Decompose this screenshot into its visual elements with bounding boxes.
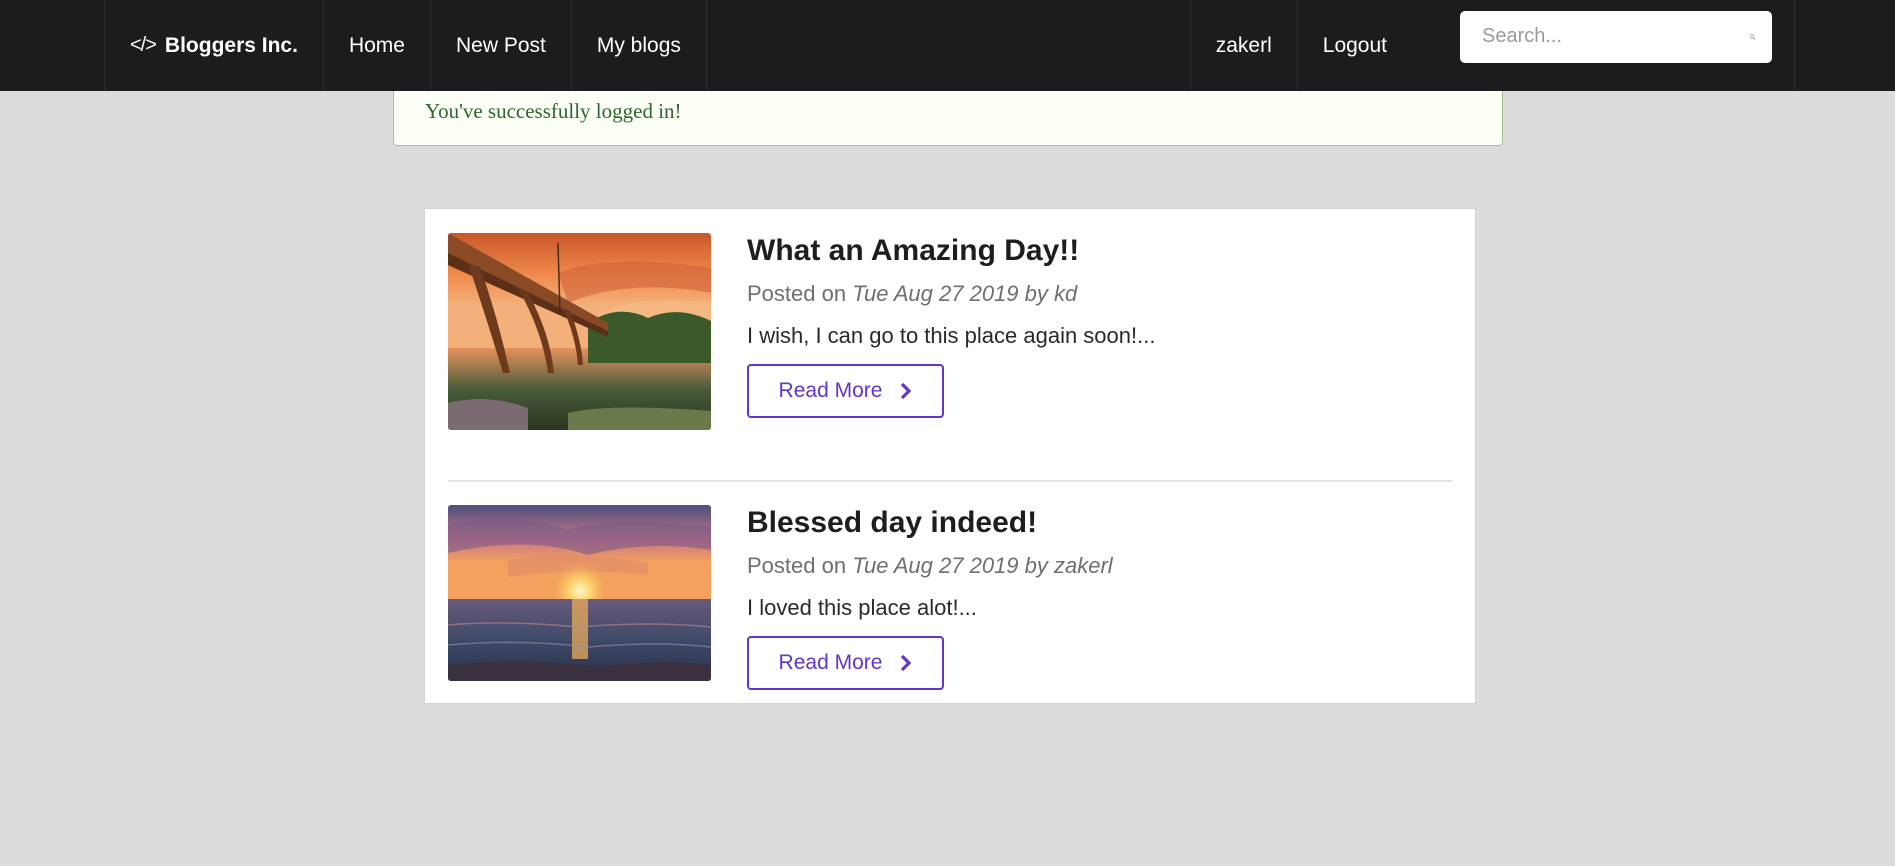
post-item: What an Amazing Day!! Posted on Tue Aug …: [448, 233, 1452, 482]
post-content: Blessed day indeed! Posted on Tue Aug 27…: [747, 481, 1113, 690]
search-input[interactable]: [1480, 24, 1749, 49]
read-more-button[interactable]: Read More: [747, 636, 944, 690]
read-more-label: Read More: [778, 379, 883, 402]
read-more-label: Read More: [778, 651, 883, 674]
search-container: [1412, 0, 1795, 91]
post-thumbnail[interactable]: [448, 233, 711, 430]
post-date-author: Tue Aug 27 2019 by kd: [852, 281, 1078, 306]
post-content: What an Amazing Day!! Posted on Tue Aug …: [747, 233, 1155, 480]
post-list: What an Amazing Day!! Posted on Tue Aug …: [424, 208, 1476, 704]
post-title[interactable]: Blessed day indeed!: [747, 505, 1113, 541]
post-meta: Posted on Tue Aug 27 2019 by kd: [747, 280, 1155, 308]
post-meta-prefix: Posted on: [747, 281, 853, 306]
nav-right-group: zakerl Logout: [1189, 0, 1895, 91]
nav-logout[interactable]: Logout: [1298, 0, 1412, 91]
ocean-sunset-photo: [448, 505, 711, 681]
nav-home[interactable]: Home: [324, 0, 431, 91]
search-icon[interactable]: [1749, 26, 1756, 48]
chevron-right-icon: [901, 654, 912, 672]
read-more-button[interactable]: Read More: [747, 364, 944, 418]
post-excerpt: I wish, I can go to this place again soo…: [747, 323, 1156, 348]
post-item: Blessed day indeed! Posted on Tue Aug 27…: [448, 481, 1452, 690]
brand-link[interactable]: </> Bloggers Inc.: [104, 0, 324, 91]
post-thumbnail[interactable]: [448, 505, 711, 681]
search-box: [1460, 10, 1772, 63]
brand-label: Bloggers Inc.: [164, 33, 298, 57]
nav-my-blogs[interactable]: My blogs: [572, 0, 707, 91]
bridge-sunset-photo: [448, 233, 711, 430]
post-date-author: Tue Aug 27 2019 by zakerl: [852, 553, 1113, 578]
success-message: You've successfully logged in!: [393, 91, 1503, 146]
post-meta: Posted on Tue Aug 27 2019 by zakerl: [747, 552, 1113, 580]
nav-new-post[interactable]: New Post: [431, 0, 572, 91]
post-excerpt: I loved this place alot!...: [747, 595, 977, 620]
chevron-right-icon: [901, 382, 912, 400]
success-message-text: You've successfully logged in!: [425, 99, 682, 123]
post-meta-prefix: Posted on: [747, 553, 853, 578]
nav-username[interactable]: zakerl: [1189, 0, 1298, 91]
code-icon: </>: [130, 34, 157, 56]
post-title[interactable]: What an Amazing Day!!: [747, 233, 1155, 269]
top-navbar: </> Bloggers Inc. Home New Post My blogs…: [0, 0, 1895, 91]
